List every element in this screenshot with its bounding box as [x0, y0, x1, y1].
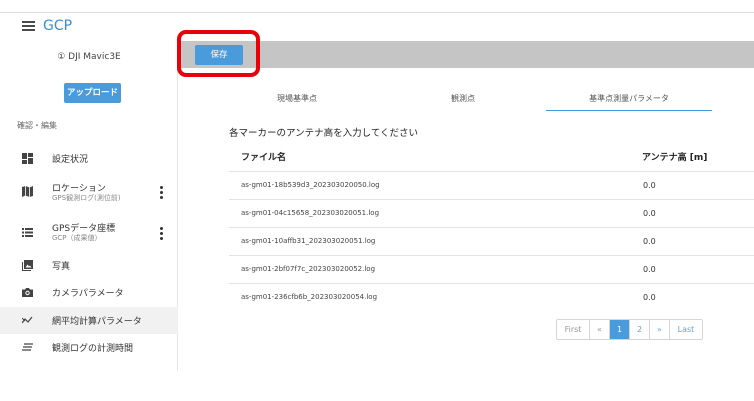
tab-survey-parameters[interactable]: 基準点測量パラメータ — [546, 86, 712, 111]
sidebar-item-label: 写真 — [52, 262, 71, 272]
app-bar — [0, 13, 754, 41]
antenna-height-input[interactable]: 0.0 — [643, 209, 656, 218]
file-name-cell: as-gm01-04c15658_202303020051.log — [241, 209, 380, 217]
dashboard-icon — [22, 153, 33, 164]
more-options-icon[interactable] — [160, 186, 163, 199]
column-header-antenna-height: アンテナ高 [m] — [642, 153, 708, 163]
sidebar-item-log-duration[interactable]: 観測ログの計測時間 — [0, 334, 178, 361]
pagination-first[interactable]: First — [557, 320, 590, 339]
sidebar-item-label: カメラパラメータ — [52, 289, 124, 299]
lines-icon — [22, 343, 33, 351]
pagination-last[interactable]: Last — [670, 320, 702, 339]
sidebar-item-settings-status[interactable]: 設定状況 — [0, 145, 178, 172]
list-icon — [22, 228, 33, 237]
camera-icon — [22, 288, 33, 297]
pagination: First « 1 2 » Last — [556, 319, 703, 340]
sidebar-item-location[interactable]: ロケーション GPS観測ログ(測位前) — [0, 176, 178, 210]
upload-button[interactable]: アップロード — [64, 83, 121, 103]
tab-observation-points[interactable]: 観測点 — [380, 86, 546, 111]
more-options-icon[interactable] — [160, 227, 163, 240]
file-name-cell: as-gm01-10affb31_202303020051.log — [241, 237, 376, 245]
antenna-height-input[interactable]: 0.0 — [643, 265, 656, 274]
toolbar — [178, 41, 754, 68]
sidebar-item-label: 網平均計算パラメータ — [52, 317, 142, 327]
table-row: as-gm01-10affb31_202303020051.log 0.0 — [229, 227, 754, 255]
section-label: 確認・編集 — [17, 121, 57, 130]
sidebar-item-sublabel: GCP（成果値） — [52, 234, 102, 242]
pagination-page-1[interactable]: 1 — [610, 320, 630, 339]
sidebar-item-sublabel: GPS観測ログ(測位前) — [52, 194, 121, 202]
pagination-next[interactable]: » — [650, 320, 670, 339]
app-title: GCP — [43, 18, 73, 34]
sidebar-item-photos[interactable]: 写真 — [0, 252, 178, 279]
column-header-file: ファイル名 — [241, 153, 287, 163]
sidebar-item-camera-parameters[interactable]: カメラパラメータ — [0, 279, 178, 306]
sidebar-item-label: 設定状況 — [52, 155, 89, 165]
sidebar-item-gps-coordinates[interactable]: GPSデータ座標 GCP（成果値） — [0, 216, 178, 250]
file-name-cell: as-gm01-2bf07f7c_202303020052.log — [241, 265, 376, 273]
table-row: as-gm01-2bf07f7c_202303020052.log 0.0 — [229, 255, 754, 283]
instruction-text: 各マーカーのアンテナ高を入力してください — [229, 128, 419, 139]
tab-bar: 現場基準点 観測点 基準点測量パラメータ — [178, 86, 754, 111]
menu-icon[interactable] — [22, 21, 35, 31]
sidebar-item-network-adjustment[interactable]: 網平均計算パラメータ — [0, 307, 178, 334]
pagination-prev[interactable]: « — [590, 320, 610, 339]
map-icon — [22, 186, 33, 197]
antenna-height-input[interactable]: 0.0 — [643, 237, 656, 246]
file-name-cell: as-gm01-18b539d3_202303020050.log — [241, 181, 380, 189]
file-name-cell: as-gm01-236cfb6b_202303020054.log — [241, 293, 378, 301]
antenna-height-input[interactable]: 0.0 — [643, 293, 656, 302]
network-icon — [22, 316, 33, 324]
antenna-height-input[interactable]: 0.0 — [643, 181, 656, 190]
highlight-annotation — [177, 30, 260, 77]
photo-library-icon — [22, 260, 33, 271]
device-label: ① DJI Mavic3E — [57, 52, 121, 62]
pagination-page-2[interactable]: 2 — [630, 320, 650, 339]
tab-site-control-points[interactable]: 現場基準点 — [214, 86, 380, 111]
table-row: as-gm01-18b539d3_202303020050.log 0.0 — [229, 171, 754, 199]
table-row: as-gm01-236cfb6b_202303020054.log 0.0 — [229, 283, 754, 311]
sidebar-item-label: 観測ログの計測時間 — [52, 344, 134, 354]
table-row: as-gm01-04c15658_202303020051.log 0.0 — [229, 199, 754, 227]
sidebar: ① DJI Mavic3E アップロード 確認・編集 設定状況 ロケーション G… — [0, 41, 178, 371]
